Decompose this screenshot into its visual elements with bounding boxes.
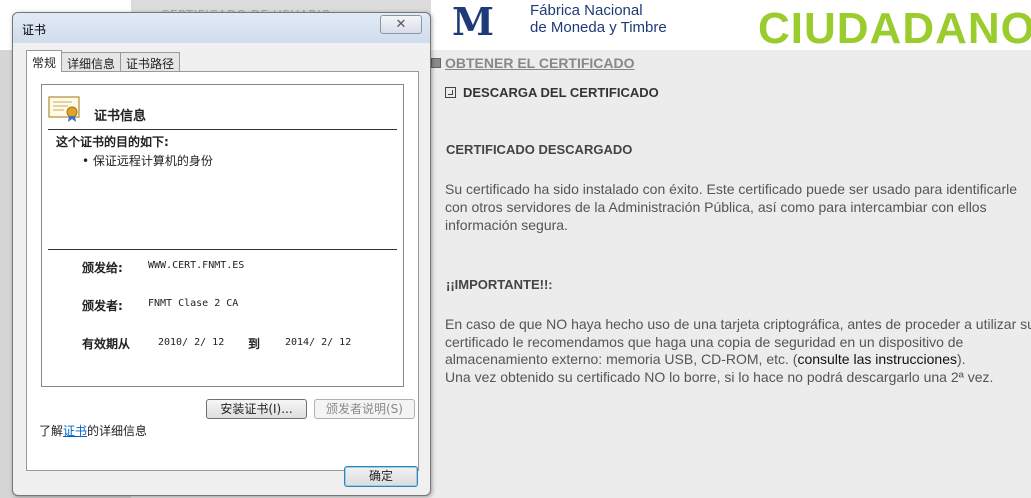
validity-label: 有效期从 <box>82 337 131 351</box>
obtener-certificado-link[interactable]: OBTENER EL CERTIFICADO <box>445 55 635 71</box>
ok-button[interactable]: 确定 <box>344 466 418 487</box>
ciudadano-brand: CIUDADANO <box>758 4 1031 50</box>
close-icon: ✕ <box>395 17 407 32</box>
valid-to-value: 2014/ 2/ 12 <box>285 337 352 348</box>
separator-line <box>48 129 397 130</box>
install-certificate-button[interactable]: 安装证书(I)... <box>206 399 307 419</box>
section-title-important: ¡¡IMPORTANTE!!: <box>446 277 553 292</box>
important-text-part2: ). <box>956 351 966 367</box>
tab-general[interactable]: 常规 <box>26 50 63 72</box>
purpose-item: • 保证远程计算机的身份 <box>82 154 213 168</box>
issued-to-label: 颁发给: <box>82 261 123 275</box>
certificate-dialog: 证书 ✕ 常规 详细信息 证书路径 证书信息 这个证书的目的如下: • 保证远程… <box>12 12 431 496</box>
certificate-info-heading: 证书信息 <box>94 109 147 124</box>
dialog-tabs: 常规 详细信息 证书路径 <box>26 50 181 72</box>
section-text-downloaded: Su certificado ha sido instalado con éxi… <box>445 181 1018 233</box>
certificate-icon <box>48 96 80 122</box>
learn-prefix: 了解 <box>39 424 64 438</box>
section-text-important: En caso de que NO haya hecho uso de una … <box>445 316 1031 386</box>
dialog-title: 证书 <box>22 23 47 37</box>
obtener-row: OBTENER EL CERTIFICADO <box>431 55 635 71</box>
learn-more-text: 了解证书的详细信息 <box>39 422 147 439</box>
issued-by-value: FNMT Clase 2 CA <box>148 298 239 309</box>
important-text-part3: Una vez obtenido su certificado NO lo bo… <box>445 368 994 385</box>
tab-details[interactable]: 详细信息 <box>61 52 122 72</box>
certificate-info-box: 证书信息 这个证书的目的如下: • 保证远程计算机的身份 颁发给: WWW.CE… <box>41 84 404 387</box>
dialog-titlebar[interactable]: 证书 ✕ <box>13 13 430 43</box>
learn-certificates-link[interactable]: 证书 <box>63 424 87 438</box>
purpose-title: 这个证书的目的如下: <box>56 135 169 149</box>
close-button[interactable]: ✕ <box>380 15 422 34</box>
validity-to-word: 到 <box>248 337 261 351</box>
fnmt-logo-icon: M <box>452 0 495 44</box>
descarga-row: DESCARGA DEL CERTIFICADO <box>445 85 659 100</box>
arrow-down-right-icon <box>445 87 456 98</box>
org-name-line1: Fábrica Nacional <box>530 2 643 19</box>
tab-certification-path[interactable]: 证书路径 <box>120 52 181 72</box>
consulte-instrucciones-link[interactable]: consulte las instrucciones <box>797 351 957 367</box>
general-tab-panel: 证书信息 这个证书的目的如下: • 保证远程计算机的身份 颁发给: WWW.CE… <box>26 71 419 471</box>
descarga-label[interactable]: DESCARGA DEL CERTIFICADO <box>463 85 659 100</box>
separator-line <box>48 249 397 250</box>
page-content: OBTENER EL CERTIFICADO DESCARGA DEL CERT… <box>431 50 1031 498</box>
bullet-square-icon <box>431 58 441 68</box>
issuer-statement-button[interactable]: 颁发者说明(S) <box>314 399 415 419</box>
org-name-line2: de Moneda y Timbre <box>530 19 667 36</box>
issued-by-label: 颁发者: <box>82 299 123 313</box>
section-title-downloaded: CERTIFICADO DESCARGADO <box>446 142 633 157</box>
org-name: Fábrica Nacional de Moneda y Timbre <box>530 2 667 36</box>
valid-from-value: 2010/ 2/ 12 <box>158 337 225 348</box>
issued-to-value: WWW.CERT.FNMT.ES <box>148 260 245 271</box>
learn-suffix: 的详细信息 <box>87 424 148 438</box>
